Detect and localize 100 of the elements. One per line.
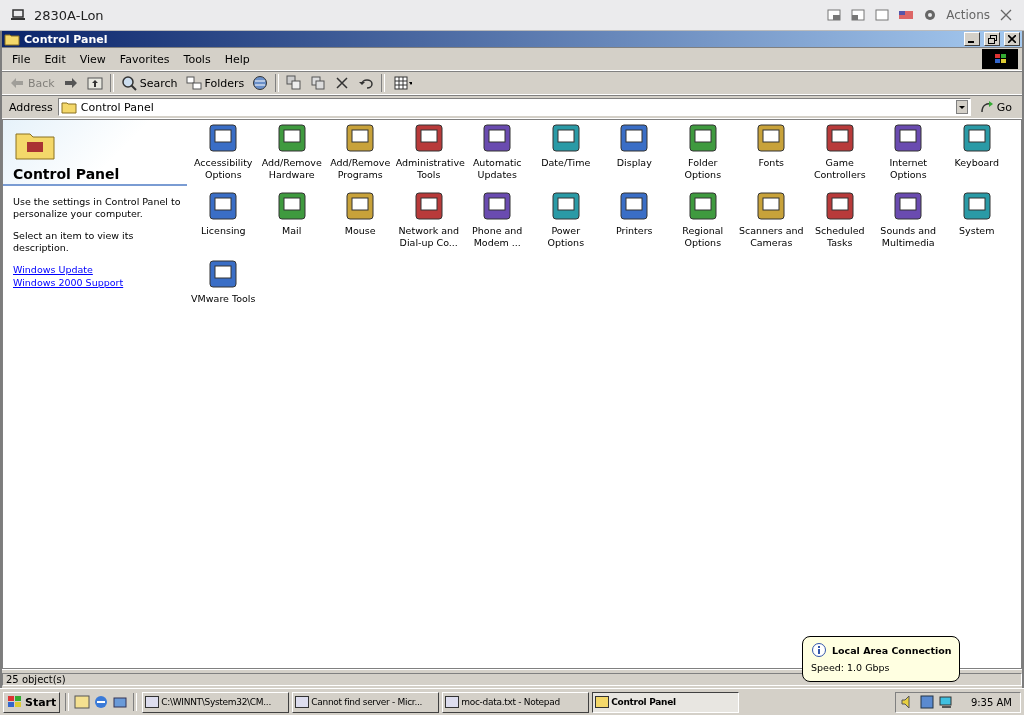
help-link[interactable]: Windows 2000 Support xyxy=(13,277,177,288)
search-icon xyxy=(120,75,137,91)
window-icon xyxy=(145,696,160,708)
applet-icon[interactable] xyxy=(275,190,308,222)
applet-icon[interactable] xyxy=(207,258,240,290)
applet-label[interactable]: Keyboard xyxy=(943,157,1010,169)
grid-view-icon xyxy=(392,75,413,91)
applet-icon[interactable] xyxy=(960,122,993,154)
applet-icon[interactable] xyxy=(412,190,445,222)
windows-logo-icon xyxy=(7,695,23,709)
sidebar-title: Control Panel xyxy=(13,166,121,182)
task-button[interactable]: Control Panel xyxy=(592,691,740,713)
search-button[interactable]: Search xyxy=(117,74,181,92)
applet-label[interactable]: Phone and Modem ... xyxy=(464,225,531,249)
window-icon xyxy=(874,7,891,23)
globe-icon xyxy=(252,75,269,91)
restore-icon xyxy=(987,34,997,44)
folder-icon xyxy=(60,99,77,115)
applet-icon[interactable] xyxy=(618,190,651,222)
menu-item[interactable]: Help xyxy=(218,50,256,68)
applet-icon[interactable] xyxy=(481,122,514,154)
go-button[interactable]: Go xyxy=(972,99,1018,115)
menu-item[interactable]: File xyxy=(6,50,37,68)
applet-icon[interactable] xyxy=(892,122,925,154)
applet-icon[interactable] xyxy=(960,190,993,222)
window-icon xyxy=(295,696,310,708)
restore-button[interactable] xyxy=(984,32,1000,46)
applet-icon[interactable] xyxy=(207,190,240,222)
applet-label[interactable]: Licensing xyxy=(190,225,257,237)
applet-icon[interactable] xyxy=(823,122,856,154)
curved-arrow-icon xyxy=(978,99,995,115)
applet-label[interactable]: Accessibility Options xyxy=(190,157,257,181)
applet-icon[interactable] xyxy=(344,190,377,222)
task-button[interactable]: C:\WINNT\System32\CM... xyxy=(142,691,290,713)
applet-icon[interactable] xyxy=(344,122,377,154)
clock: 9:35 AM xyxy=(970,696,1012,708)
laptop-icon xyxy=(10,7,26,23)
address-field[interactable]: Control Panel xyxy=(57,98,971,116)
window-icon xyxy=(595,696,610,708)
menu-item[interactable]: Favorites xyxy=(113,50,176,68)
applet-label[interactable]: Folder Options xyxy=(669,157,736,181)
window-layout-icon xyxy=(850,7,867,23)
viewer-title: 2830A-Lon xyxy=(34,7,105,23)
applet-icon[interactable] xyxy=(549,190,582,222)
applet-icon[interactable] xyxy=(755,122,788,154)
status-text: 25 object(s) xyxy=(2,672,1022,686)
applet-icon[interactable] xyxy=(481,190,514,222)
menu-item[interactable]: Tools xyxy=(177,50,217,68)
actions-menu[interactable]: Actions xyxy=(946,8,990,22)
applet-label[interactable]: Sounds and Multimedia xyxy=(875,225,942,249)
applet-label[interactable]: Power Options xyxy=(532,225,599,249)
close-icon xyxy=(998,7,1014,23)
applet-icon[interactable] xyxy=(755,190,788,222)
applet-label[interactable]: Automatic Updates xyxy=(464,157,531,181)
balloon-text: Speed: 1.0 Gbps xyxy=(811,662,891,673)
help-link[interactable]: Windows Update xyxy=(13,264,177,275)
window-icon xyxy=(445,696,460,708)
applet-label[interactable]: System xyxy=(943,225,1010,237)
close-button[interactable] xyxy=(1004,32,1020,46)
window-title: Control Panel xyxy=(24,32,109,46)
right-arrow-icon xyxy=(62,75,79,91)
applet-label[interactable]: Regional Options xyxy=(669,225,736,249)
applet-label[interactable]: Display xyxy=(601,157,668,169)
applet-label[interactable]: Add/Remove Programs xyxy=(327,157,394,181)
applet-label[interactable]: VMware Tools xyxy=(190,293,257,305)
applet-icon[interactable] xyxy=(549,122,582,154)
applet-icon[interactable] xyxy=(892,190,925,222)
applet-label[interactable]: Mail xyxy=(258,225,325,237)
applet-label[interactable]: Mouse xyxy=(327,225,394,237)
applet-label[interactable]: Internet Options xyxy=(875,157,942,181)
applet-icon[interactable] xyxy=(823,190,856,222)
menu-item[interactable]: Edit xyxy=(38,50,72,68)
applet-label[interactable]: Add/Remove Hardware xyxy=(258,157,325,181)
applet-icon[interactable] xyxy=(686,190,719,222)
applet-label[interactable]: Printers xyxy=(601,225,668,237)
applet-label[interactable]: Fonts xyxy=(738,157,805,169)
applet-icon[interactable] xyxy=(275,122,308,154)
applet-icon[interactable] xyxy=(686,122,719,154)
applet-icon[interactable] xyxy=(207,122,240,154)
balloon-title: Local Area Connection xyxy=(832,644,952,656)
network-computer-icon xyxy=(937,694,954,710)
close-icon xyxy=(334,75,351,91)
applet-label[interactable]: Scheduled Tasks xyxy=(806,225,873,249)
windows-logo-icon xyxy=(982,49,1018,69)
applet-label[interactable]: Game Controllers xyxy=(806,157,873,181)
task-button[interactable]: moc-data.txt - Notepad xyxy=(442,691,590,713)
menu-item[interactable]: View xyxy=(73,50,112,68)
applet-icon[interactable] xyxy=(412,122,445,154)
info-icon xyxy=(811,642,827,658)
applet-label[interactable]: Scanners and Cameras xyxy=(738,225,805,249)
task-button[interactable]: Cannot find server - Micr... xyxy=(292,691,440,713)
start-button[interactable]: Start xyxy=(3,691,61,713)
applet-icon[interactable] xyxy=(618,122,651,154)
folders-button[interactable]: Folders xyxy=(182,74,248,92)
applet-label[interactable]: Date/Time xyxy=(532,157,599,169)
minimize-button[interactable] xyxy=(964,32,980,46)
folders-icon xyxy=(185,75,202,91)
applet-label[interactable]: Network and Dial-up Co... xyxy=(395,225,462,249)
copy-to-icon xyxy=(310,75,327,91)
move-to-icon xyxy=(286,75,303,91)
